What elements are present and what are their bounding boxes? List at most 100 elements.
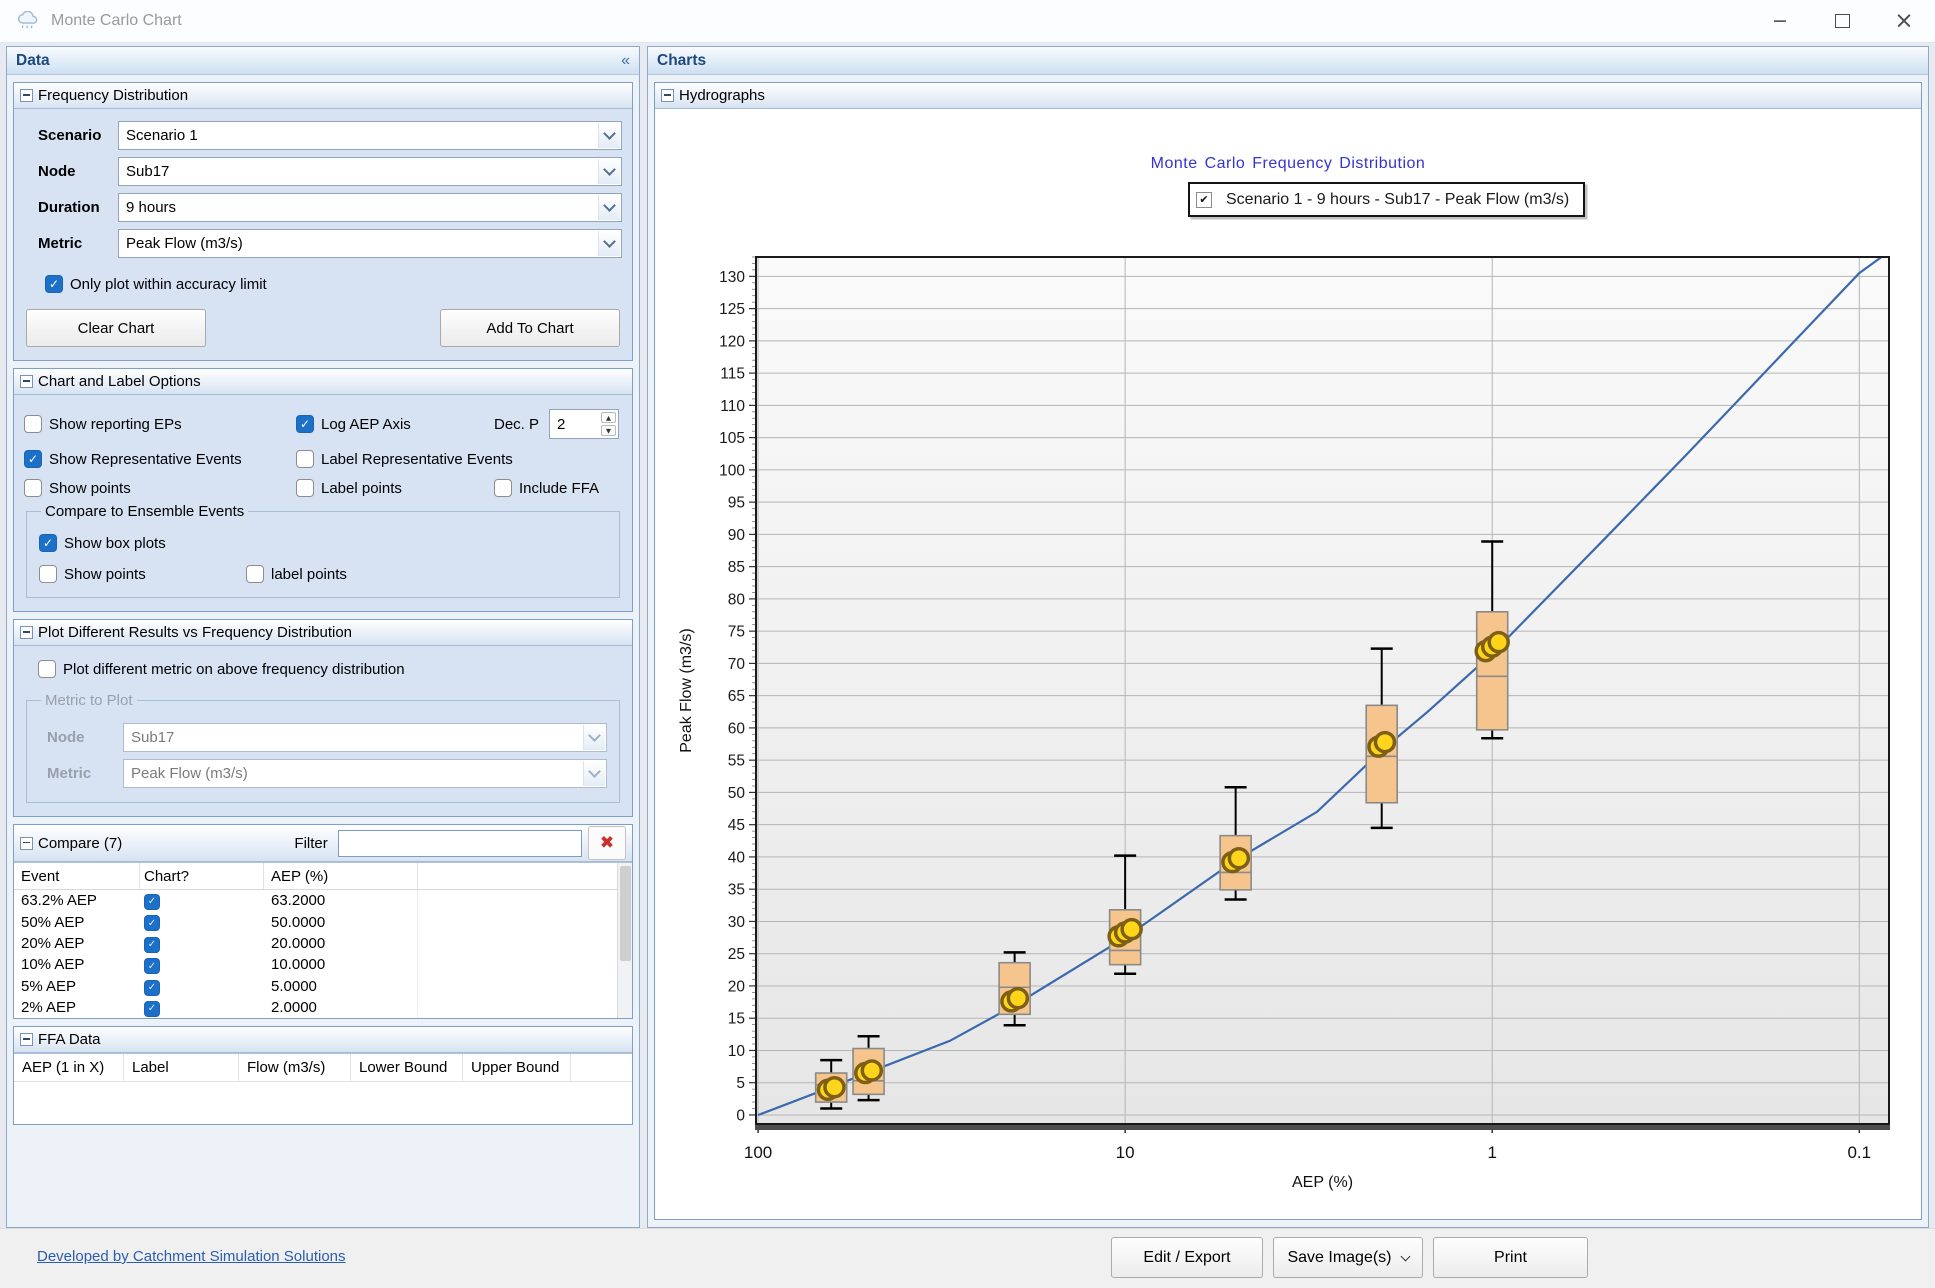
save-images-button[interactable]: Save Image(s) <box>1273 1237 1423 1278</box>
label-points-checkbox[interactable]: Label points <box>296 479 494 497</box>
node-combo[interactable]: Sub17 <box>118 157 622 186</box>
row-chart-checkbox[interactable] <box>144 958 160 974</box>
frequency-distribution-group: Frequency Distribution Scenario Scenario… <box>13 82 633 361</box>
table-row[interactable]: 63.2% AEP63.2000 <box>14 890 632 911</box>
column-event[interactable]: Event <box>14 863 140 889</box>
data-panel-header: Data « <box>7 47 639 75</box>
print-button[interactable]: Print <box>1433 1237 1588 1278</box>
table-row[interactable]: 20% AEP20.0000 <box>14 933 632 954</box>
developer-link[interactable]: Developed by Catchment Simulation Soluti… <box>37 1248 346 1265</box>
legend-checkbox[interactable] <box>1196 192 1212 208</box>
svg-text:65: 65 <box>728 688 745 705</box>
svg-text:50: 50 <box>728 785 746 802</box>
collapse-panel-icon[interactable]: « <box>621 52 630 70</box>
collapse-section-icon[interactable] <box>20 626 33 639</box>
plot-different-header[interactable]: Plot Different Results vs Frequency Dist… <box>14 620 632 646</box>
checkbox-box <box>39 565 57 583</box>
column-aep-1-in-x[interactable]: AEP (1 in X) <box>14 1054 124 1081</box>
svg-text:0.1: 0.1 <box>1847 1143 1871 1162</box>
dec-p-spinner[interactable]: 2 ▲ ▼ <box>549 409 619 439</box>
svg-text:100: 100 <box>744 1143 772 1162</box>
clear-chart-button[interactable]: Clear Chart <box>26 309 206 347</box>
show-box-plots-checkbox[interactable]: Show box plots <box>39 534 166 552</box>
frequency-distribution-header[interactable]: Frequency Distribution <box>14 83 632 109</box>
checkbox-check-icon <box>24 450 42 468</box>
ffa-data-header[interactable]: FFA Data <box>14 1027 632 1053</box>
collapse-section-icon[interactable] <box>20 837 33 850</box>
column-label[interactable]: Label <box>124 1054 239 1081</box>
scenario-combo[interactable]: Scenario 1 <box>118 121 622 150</box>
chart-label-options-header[interactable]: Chart and Label Options <box>14 369 632 395</box>
row-chart-checkbox[interactable] <box>144 937 160 953</box>
close-button[interactable]: × <box>1873 0 1935 42</box>
maximize-button[interactable] <box>1811 0 1873 42</box>
charts-panel-header: Charts <box>648 47 1928 75</box>
ensemble-show-points-checkbox[interactable]: Show points <box>39 565 246 583</box>
row-chart-checkbox[interactable] <box>144 980 160 996</box>
metric-to-plot-fieldset: Metric to Plot Node Sub17 Metric Peak Fl… <box>26 692 620 803</box>
chevron-down-icon[interactable] <box>598 123 620 148</box>
label-representative-events-label: Label Representative Events <box>321 451 513 468</box>
metric-label: Metric <box>39 765 123 782</box>
row-chart-checkbox[interactable] <box>144 915 160 931</box>
table-row[interactable]: 5% AEP5.0000 <box>14 976 632 997</box>
collapse-section-icon[interactable] <box>20 89 33 102</box>
column-lower-bound[interactable]: Lower Bound <box>351 1054 463 1081</box>
table-row[interactable]: 50% AEP50.0000 <box>14 911 632 932</box>
metric-value: Peak Flow (m3/s) <box>131 765 248 782</box>
checkbox-check-icon <box>39 534 57 552</box>
table-row[interactable]: 10% AEP10.0000 <box>14 954 632 975</box>
log-aep-axis-checkbox[interactable]: Log AEP Axis <box>296 415 494 433</box>
clear-filter-button[interactable]: ✖ <box>588 826 626 860</box>
scrollbar-thumb[interactable] <box>620 866 631 961</box>
chart-cell <box>140 934 264 953</box>
accuracy-limit-checkbox[interactable]: Only plot within accuracy limit <box>45 275 622 293</box>
chevron-down-icon[interactable] <box>598 195 620 220</box>
label-points-label: Label points <box>321 480 402 497</box>
vertical-scrollbar[interactable] <box>617 863 632 1018</box>
svg-text:35: 35 <box>728 882 745 899</box>
edit-export-button[interactable]: Edit / Export <box>1111 1237 1263 1278</box>
chevron-down-icon[interactable] <box>598 159 620 184</box>
spin-up-icon[interactable]: ▲ <box>601 412 616 423</box>
ffa-data-group: FFA Data AEP (1 in X) Label Flow (m3/s) … <box>13 1026 633 1125</box>
show-points-checkbox[interactable]: Show points <box>24 479 296 497</box>
column-chart[interactable]: Chart? <box>140 863 264 889</box>
chart-cell <box>140 977 264 996</box>
metric-combo-disabled: Peak Flow (m3/s) <box>123 759 607 788</box>
column-upper-bound[interactable]: Upper Bound <box>463 1054 571 1081</box>
collapse-section-icon[interactable] <box>20 375 33 388</box>
compare-to-ensemble-fieldset: Compare to Ensemble Events Show box plot… <box>26 503 620 598</box>
collapse-section-icon[interactable] <box>20 1033 33 1046</box>
svg-text:55: 55 <box>728 753 745 770</box>
duration-combo[interactable]: 9 hours <box>118 193 622 222</box>
column-flow[interactable]: Flow (m3/s) <box>239 1054 351 1081</box>
collapse-section-icon[interactable] <box>661 89 674 102</box>
column-aep[interactable]: AEP (%) <box>264 863 418 889</box>
section-title: Compare (7) <box>38 835 294 852</box>
chevron-down-icon[interactable] <box>598 231 620 256</box>
label-representative-events-checkbox[interactable]: Label Representative Events <box>296 450 616 468</box>
node-value: Sub17 <box>126 163 169 180</box>
compare-table-body: 63.2% AEP63.200050% AEP50.000020% AEP20.… <box>14 890 632 1018</box>
include-ffa-checkbox[interactable]: Include FFA <box>494 479 599 497</box>
show-representative-events-checkbox[interactable]: Show Representative Events <box>24 450 296 468</box>
ensemble-label-points-checkbox[interactable]: label points <box>246 565 347 583</box>
spin-down-icon[interactable]: ▼ <box>601 425 616 436</box>
row-chart-checkbox[interactable] <box>144 1001 160 1017</box>
metric-combo[interactable]: Peak Flow (m3/s) <box>118 229 622 258</box>
dec-p-label: Dec. P <box>494 416 539 433</box>
compare-header: Compare (7) Filter ✖ <box>14 825 632 862</box>
row-chart-checkbox[interactable] <box>144 894 160 910</box>
compare-table-header: Event Chart? AEP (%) <box>14 863 632 890</box>
show-reporting-eps-checkbox[interactable]: Show reporting EPs <box>24 415 296 433</box>
minimize-button[interactable]: − <box>1749 0 1811 42</box>
frequency-distribution-chart[interactable]: 0510152025303540455055606570758085909510… <box>655 109 1924 1224</box>
add-to-chart-button[interactable]: Add To Chart <box>440 309 620 347</box>
plot-different-metric-checkbox[interactable]: Plot different metric on above frequency… <box>38 660 622 678</box>
minimize-icon: − <box>1772 10 1788 32</box>
table-row[interactable]: 2% AEP2.0000 <box>14 997 632 1018</box>
filter-input[interactable] <box>338 830 582 857</box>
plot-different-metric-label: Plot different metric on above frequency… <box>63 661 405 678</box>
hydrographs-header[interactable]: Hydrographs <box>655 83 1921 109</box>
